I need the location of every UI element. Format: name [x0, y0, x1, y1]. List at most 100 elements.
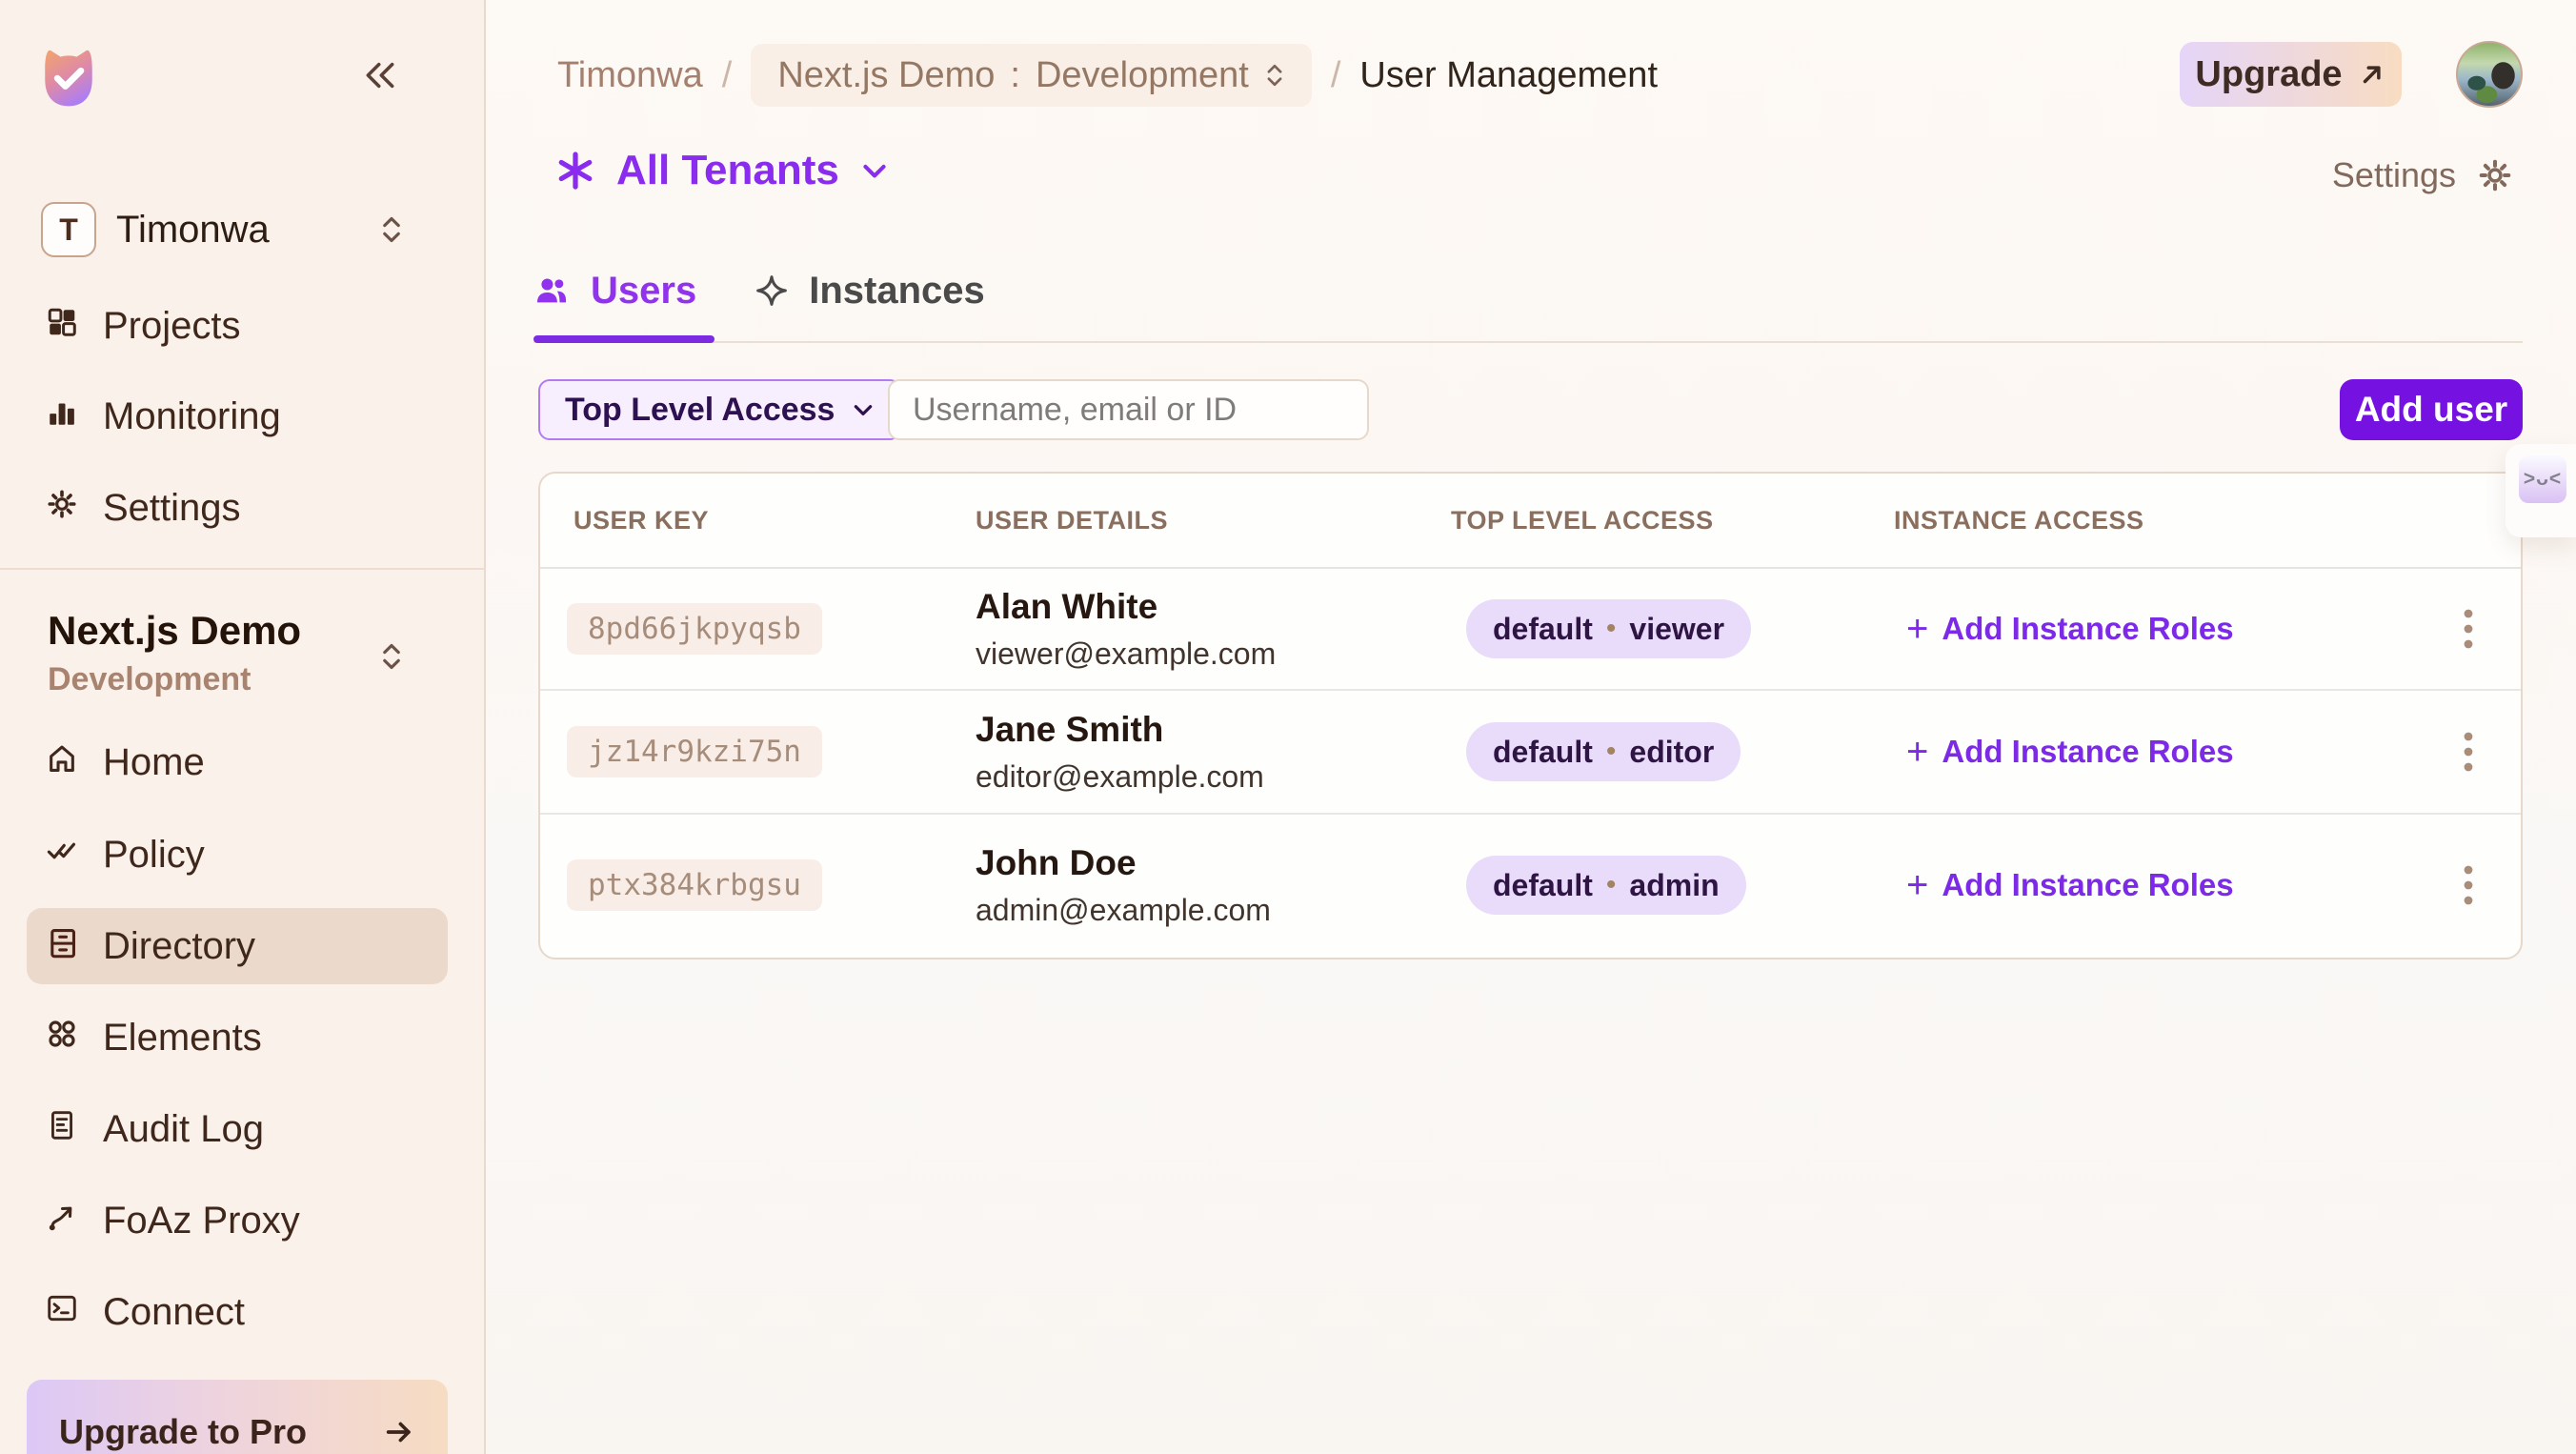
- kebab-menu-icon[interactable]: [2462, 607, 2475, 651]
- column-header-instance-access: INSTANCE ACCESS: [1887, 506, 2459, 535]
- app-logo-icon: [34, 38, 103, 121]
- arrow-up-right-icon: [2358, 60, 2386, 89]
- sidebar-item-label: Settings: [103, 487, 241, 530]
- breadcrumb-workspace[interactable]: Timonwa: [557, 55, 703, 96]
- user-details-cell: Alan White viewer@example.com: [969, 587, 1444, 672]
- kebab-menu-icon[interactable]: [2462, 863, 2475, 907]
- tab-label: Users: [591, 270, 696, 313]
- tenant-selector-label: All Tenants: [616, 147, 839, 194]
- sidebar-item-label: Policy: [103, 834, 205, 877]
- access-tenant: default: [1493, 612, 1593, 647]
- users-icon: [533, 274, 570, 307]
- breadcrumb-project-env-selector[interactable]: Next.js Demo : Development: [751, 44, 1312, 107]
- table-row: jz14r9kzi75n Jane Smith editor@example.c…: [540, 691, 2521, 815]
- sidebar-item-settings[interactable]: Settings: [46, 470, 241, 546]
- users-table: USER KEY USER DETAILS TOP LEVEL ACCESS I…: [538, 472, 2523, 959]
- cabinet-icon: [46, 925, 78, 968]
- settings-label: Settings: [2332, 155, 2456, 195]
- tab-divider: [533, 341, 2523, 343]
- breadcrumb-page-title: User Management: [1359, 55, 1658, 96]
- terminal-icon: [46, 1291, 78, 1334]
- user-email: editor@example.com: [976, 759, 1444, 795]
- upgrade-button[interactable]: Upgrade: [2180, 42, 2402, 107]
- user-key-badge: ptx384krbgsu: [567, 859, 822, 911]
- column-header-user-key: USER KEY: [567, 506, 969, 535]
- breadcrumb-project: Next.js Demo: [777, 55, 995, 96]
- sidebar-item-label: Audit Log: [103, 1108, 264, 1151]
- top-level-access-cell: default • editor: [1444, 722, 1887, 781]
- workspace-chevron-updown-icon[interactable]: [379, 213, 404, 251]
- tab-users[interactable]: Users: [533, 259, 696, 322]
- user-search: [888, 379, 1369, 440]
- gear-icon: [2477, 157, 2513, 193]
- add-instance-roles-button[interactable]: + Add Instance Roles: [1887, 610, 2459, 648]
- access-role: viewer: [1629, 612, 1724, 647]
- add-instance-roles-label: Add Instance Roles: [1942, 611, 2233, 647]
- sidebar-item-label: Monitoring: [103, 395, 281, 438]
- sidebar-item-monitoring[interactable]: Monitoring: [46, 378, 281, 454]
- active-tab-underline: [533, 335, 714, 343]
- sidebar-item-home[interactable]: Home: [46, 724, 205, 800]
- sparkle-icon: [755, 274, 788, 307]
- breadcrumb-environment: Development: [1036, 55, 1249, 96]
- user-details-cell: John Doe admin@example.com: [969, 843, 1444, 928]
- circles-icon: [46, 1017, 78, 1060]
- workspace-initial-badge: T: [41, 202, 96, 257]
- add-instance-roles-label: Add Instance Roles: [1942, 734, 2233, 770]
- double-check-icon: [46, 834, 78, 877]
- search-input[interactable]: [890, 392, 1358, 429]
- sidebar-collapse-icon[interactable]: [362, 57, 398, 98]
- breadcrumb-colon: :: [1010, 55, 1020, 96]
- sidebar-item-foaz-proxy[interactable]: FoAz Proxy: [46, 1182, 300, 1259]
- upgrade-to-pro-label: Upgrade to Pro: [59, 1412, 307, 1452]
- grid-icon: [46, 305, 78, 348]
- arrow-right-icon: [383, 1416, 415, 1448]
- project-chevron-updown-icon[interactable]: [379, 640, 404, 677]
- add-instance-roles-button[interactable]: + Add Instance Roles: [1887, 733, 2459, 771]
- plus-icon: +: [1906, 866, 1928, 904]
- kebab-menu-icon[interactable]: [2462, 730, 2475, 774]
- gear-icon: [46, 487, 78, 530]
- user-avatar[interactable]: [2456, 41, 2523, 108]
- sidebar-item-label: Projects: [103, 305, 241, 348]
- feedback-widget[interactable]: >ᴗ<: [2506, 444, 2576, 537]
- sidebar-item-projects[interactable]: Projects: [46, 288, 241, 364]
- access-role: admin: [1629, 868, 1719, 903]
- page-settings-link[interactable]: Settings: [2332, 152, 2513, 198]
- upgrade-label: Upgrade: [2195, 54, 2342, 95]
- sidebar-item-label: Connect: [103, 1291, 245, 1334]
- upgrade-to-pro-banner[interactable]: Upgrade to Pro: [27, 1380, 448, 1454]
- sidebar: T Timonwa Projects Monitoring: [0, 0, 486, 1454]
- table-row: 8pd66jkpyqsb Alan White viewer@example.c…: [540, 569, 2521, 691]
- sidebar-item-audit-log[interactable]: Audit Log: [46, 1091, 264, 1167]
- tab-bar: Users Instances: [533, 259, 985, 322]
- sidebar-item-label: Home: [103, 741, 205, 784]
- breadcrumb-separator: /: [722, 55, 733, 96]
- dot-separator: •: [1606, 736, 1617, 768]
- sidebar-item-label: FoAz Proxy: [103, 1200, 300, 1242]
- tab-instances[interactable]: Instances: [755, 259, 985, 322]
- sidebar-item-elements[interactable]: Elements: [46, 1000, 262, 1076]
- sidebar-item-policy[interactable]: Policy: [46, 817, 205, 893]
- sidebar-item-directory[interactable]: Directory: [46, 908, 255, 984]
- breadcrumb-separator: /: [1331, 55, 1341, 96]
- sidebar-item-label: Elements: [103, 1017, 262, 1060]
- add-user-button[interactable]: Add user: [2340, 379, 2523, 440]
- dot-separator: •: [1606, 869, 1617, 901]
- chevron-updown-icon: [1264, 61, 1285, 90]
- workspace-selector[interactable]: Timonwa: [116, 202, 270, 257]
- tenant-selector[interactable]: All Tenants: [555, 143, 889, 198]
- asterisk-icon: [555, 151, 595, 191]
- chevron-down-icon: [860, 158, 889, 183]
- access-tenant: default: [1493, 868, 1593, 903]
- user-name: Alan White: [976, 587, 1444, 627]
- column-header-top-level-access: TOP LEVEL ACCESS: [1444, 506, 1887, 535]
- workspace-name: Timonwa: [116, 209, 270, 252]
- workspace-initial: T: [59, 212, 78, 248]
- bar-chart-icon: [46, 395, 78, 438]
- access-role-badge: default • viewer: [1466, 599, 1751, 658]
- top-level-access-filter[interactable]: Top Level Access: [538, 379, 901, 440]
- add-instance-roles-button[interactable]: + Add Instance Roles: [1887, 866, 2459, 904]
- sidebar-item-connect[interactable]: Connect: [46, 1274, 245, 1350]
- access-role-badge: default • editor: [1466, 722, 1741, 781]
